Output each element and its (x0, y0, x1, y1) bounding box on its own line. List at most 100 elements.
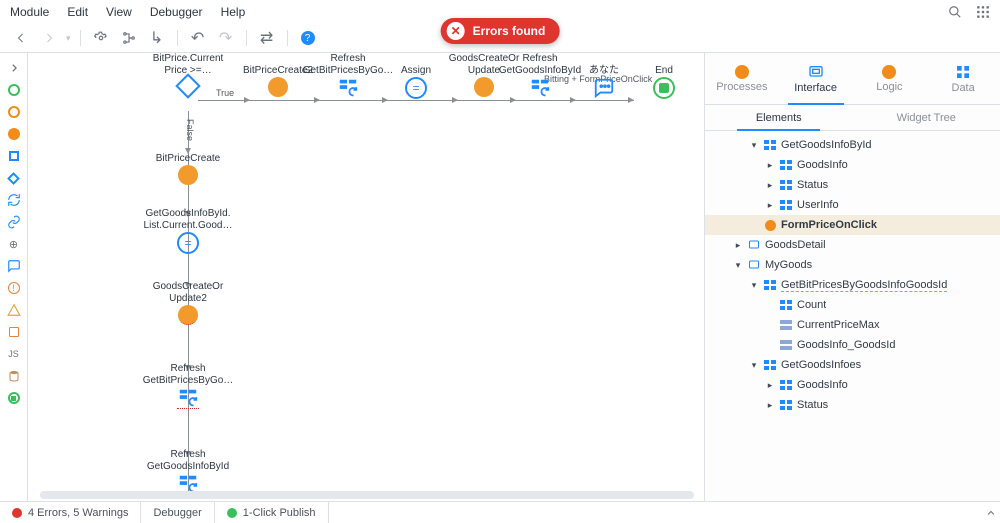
tab-interface[interactable]: Interface (779, 53, 853, 104)
end-icon (653, 77, 675, 99)
tree-row[interactable]: ▸ Status (705, 395, 1000, 415)
tree-item-icon (763, 278, 777, 292)
nav-back-button[interactable] (10, 28, 32, 48)
tree-item-icon (779, 318, 793, 332)
error-dot-icon (12, 508, 22, 518)
tree-row[interactable]: ▸UserInfo (705, 195, 1000, 215)
tree-caret-icon[interactable]: ▸ (765, 160, 775, 171)
tool-chevron-right-icon[interactable] (5, 59, 23, 77)
tree-item-label: GetGoodsInfoes (781, 359, 861, 371)
tree-caret-icon[interactable]: ▸ (765, 400, 775, 411)
tree-caret-icon[interactable]: ▾ (749, 140, 759, 151)
tree-item-label: Count (797, 299, 826, 311)
tree-item-icon (779, 158, 793, 172)
search-icon[interactable] (948, 5, 962, 19)
tree-row[interactable]: Count (705, 295, 1000, 315)
tree-row[interactable]: ▸GoodsInfo (705, 155, 1000, 175)
refresh-data-icon (337, 77, 359, 99)
toolbar-help-icon[interactable]: ? (297, 28, 319, 48)
status-collapse-icon[interactable] (982, 502, 1000, 523)
menu-view[interactable]: View (106, 5, 132, 19)
tree-caret-icon[interactable]: ▸ (765, 180, 775, 191)
tool-message-icon[interactable] (5, 257, 23, 275)
tree-item-label: FormPriceOnClick (781, 219, 877, 231)
processes-icon (735, 65, 749, 79)
subtab-elements[interactable]: Elements (705, 105, 853, 130)
nav-forward-button[interactable] (38, 28, 60, 48)
tab-logic[interactable]: Logic (853, 53, 927, 104)
tool-end-icon[interactable] (5, 389, 23, 407)
tool-start-icon[interactable] (5, 81, 23, 99)
apps-grid-icon[interactable] (976, 5, 990, 19)
elements-tree[interactable]: ▾GetGoodsInfoById▸GoodsInfo▸Status▸UserI… (705, 131, 1000, 501)
tree-row[interactable]: FormPriceOnClick (705, 215, 1000, 235)
tree-item-label: Status (797, 179, 828, 191)
toolbar-redo-icon[interactable]: ↷ (215, 28, 237, 48)
tree-row[interactable]: ▾GetGoodsInfoById (705, 135, 1000, 155)
tool-refresh-icon[interactable] (5, 191, 23, 209)
tool-cross-icon[interactable]: ⊕ (5, 235, 23, 253)
publish-dot-icon (227, 508, 237, 518)
tree-row[interactable]: ▾MyGoods (705, 255, 1000, 275)
tool-circle-fill-icon[interactable] (5, 125, 23, 143)
tree-item-icon (779, 198, 793, 212)
canvas-horizontal-scrollbar[interactable] (40, 491, 694, 499)
tree-caret-icon[interactable]: ▾ (749, 280, 759, 291)
menu-module[interactable]: Module (10, 5, 49, 19)
node-label: Refresh GetBitPricesByGo… (143, 363, 234, 387)
toolbar-arrow-icon[interactable]: ⇄ (256, 28, 278, 48)
tool-db-icon[interactable] (5, 367, 23, 385)
toolbar-undo-icon[interactable]: ↶ (187, 28, 209, 48)
errors-found-badge[interactable]: ✕ Errors found (441, 18, 560, 44)
status-publish[interactable]: 1-Click Publish (215, 502, 329, 523)
tree-row[interactable]: ▸ Status (705, 175, 1000, 195)
node-goods-cru2[interactable]: GoodsCreateOr Update2 (146, 281, 230, 325)
tab-data[interactable]: Data (926, 53, 1000, 104)
tree-item-icon (747, 238, 761, 252)
tool-diamond-icon[interactable] (5, 169, 23, 187)
subtab-elements-label: Elements (756, 112, 802, 124)
toolbar-branch-icon[interactable]: ↳ (146, 28, 168, 48)
tool-js-icon[interactable]: JS (5, 345, 23, 363)
tree-item-label: GoodsInfo_GoodsId (797, 339, 895, 351)
node-vrefresh2[interactable]: Refresh GetGoodsInfoById (146, 449, 230, 495)
menu-help[interactable]: Help (221, 5, 246, 19)
tree-row[interactable]: ▾ GetGoodsInfoes (705, 355, 1000, 375)
toolbar-settings-icon[interactable] (90, 28, 112, 48)
tree-row[interactable]: ▾GetBitPricesByGoodsInfoGoodsId (705, 275, 1000, 295)
tree-caret-icon[interactable]: ▾ (733, 260, 743, 271)
tree-caret-icon[interactable]: ▸ (733, 240, 743, 251)
node-end[interactable]: End (622, 53, 704, 99)
tree-caret-icon[interactable]: ▾ (749, 360, 759, 371)
node-label: End (655, 53, 673, 77)
menu-debugger[interactable]: Debugger (150, 5, 203, 19)
tool-circle-outline-icon[interactable] (5, 103, 23, 121)
tree-row[interactable]: ▸GoodsDetail (705, 235, 1000, 255)
toolbar-tree-icon[interactable] (118, 28, 140, 48)
tree-caret-icon[interactable]: ▸ (765, 380, 775, 391)
tool-note-icon[interactable] (5, 323, 23, 341)
server-action-icon (268, 77, 288, 97)
tab-processes[interactable]: Processes (705, 53, 779, 104)
node-label: あなた (589, 53, 619, 77)
node-vrefresh1[interactable]: Refresh GetBitPricesByGo… (146, 363, 230, 409)
tool-exception-icon[interactable]: ! (5, 279, 23, 297)
status-debugger[interactable]: Debugger (141, 502, 214, 523)
menu-edit[interactable]: Edit (67, 5, 88, 19)
tree-row[interactable]: CurrentPriceMax (705, 315, 1000, 335)
tree-item-label: Status (797, 399, 828, 411)
subtab-widget-tree[interactable]: Widget Tree (853, 105, 1000, 130)
tree-row[interactable]: ▸GoodsInfo (705, 375, 1000, 395)
tool-warning-icon[interactable] (5, 301, 23, 319)
node-if[interactable]: BitPrice.Current Price >=… (146, 53, 230, 95)
tool-link-icon[interactable] (5, 213, 23, 231)
flow-canvas[interactable]: True Bitting + FormPriceOnClick BitPrice… (28, 53, 704, 501)
node-bitpricecreate[interactable]: BitPriceCreate (146, 141, 230, 185)
node-getgoods-assign[interactable]: GetGoodsInfoById. List.Current.Good… = (146, 208, 230, 254)
data-icon (955, 64, 971, 80)
tree-row[interactable]: GoodsInfo_GoodsId (705, 335, 1000, 355)
status-errors[interactable]: 4 Errors, 5 Warnings (0, 502, 141, 523)
tool-square-icon[interactable] (5, 147, 23, 165)
refresh-data-icon (529, 77, 551, 99)
tree-caret-icon[interactable]: ▸ (765, 200, 775, 211)
